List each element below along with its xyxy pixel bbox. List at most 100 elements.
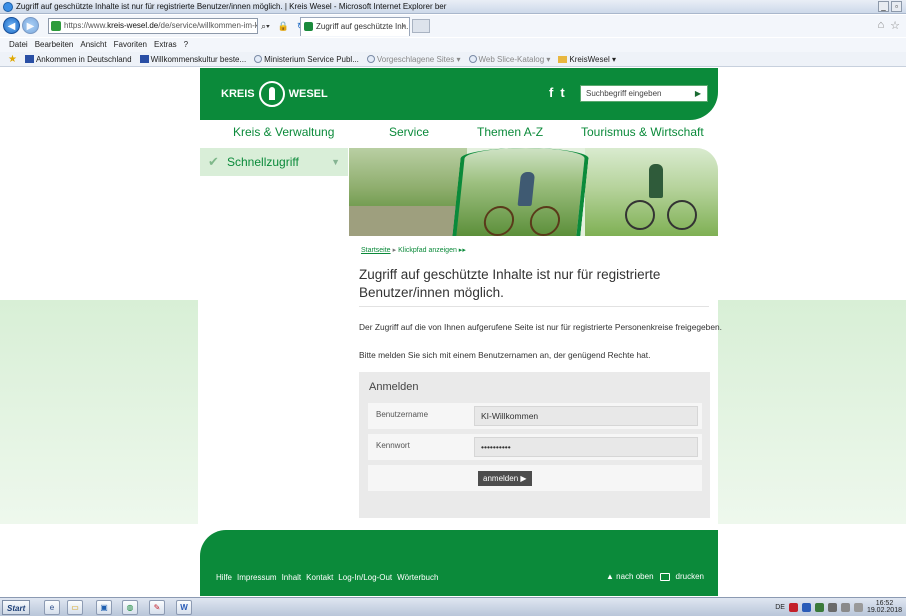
nav-themen-a-z[interactable]: Themen A-Z xyxy=(477,125,543,139)
crest-icon xyxy=(258,81,285,107)
password-field[interactable]: •••••••••• xyxy=(474,437,698,457)
clock-time: 16:52 xyxy=(875,600,894,607)
site-footer: Hilfe Impressum Inhalt Kontakt Log-In/Lo… xyxy=(200,530,718,596)
footer-link-login-logout[interactable]: Log-In/Log-Out xyxy=(338,573,392,582)
tray-app-icon[interactable] xyxy=(788,602,798,612)
url-path: /de/service/willkommen-im-kreis-wes xyxy=(158,21,257,30)
system-tray: DE 16:52 19.02.2018 xyxy=(775,600,902,614)
menu-bearbeiten[interactable]: Bearbeiten xyxy=(35,38,74,52)
lock-icon[interactable]: 🔒 xyxy=(276,19,291,33)
password-label: Kennwort xyxy=(376,441,410,450)
menu-ansicht[interactable]: Ansicht xyxy=(80,38,106,52)
favorite-item[interactable]: Ministerium Service Publ... xyxy=(254,52,359,66)
footer-link-hilfe[interactable]: Hilfe xyxy=(216,573,232,582)
menu-help[interactable]: ? xyxy=(184,38,188,52)
explorer-taskbar-icon[interactable]: ▭ xyxy=(67,600,83,615)
footer-link-kontakt[interactable]: Kontakt xyxy=(306,573,333,582)
browser-right-tools: ⌂ ☆ xyxy=(877,19,900,32)
favorite-item[interactable]: Web Slice-Katalog ▾ xyxy=(468,52,551,66)
username-row: Benutzername KI-Willkommen xyxy=(368,403,702,429)
tray-app-icon[interactable] xyxy=(814,602,824,612)
menu-extras[interactable]: Extras xyxy=(154,38,177,52)
page-viewport: KREIS WESEL f t Suchbegriff eingeben ▶ K… xyxy=(0,68,906,596)
password-row: Kennwort •••••••••• xyxy=(368,434,702,460)
address-input[interactable]: https://www.kreis-wesel.de/de/service/wi… xyxy=(48,18,258,34)
word-taskbar-icon[interactable]: W xyxy=(176,600,192,615)
clock-date: 19.02.2018 xyxy=(866,607,902,614)
footer-link-inhalt[interactable]: Inhalt xyxy=(282,573,302,582)
favorite-item[interactable]: Willkommenskultur beste... xyxy=(139,52,246,66)
new-tab-button[interactable] xyxy=(412,19,430,33)
favorite-label: Ankommen in Deutschland xyxy=(35,54,132,64)
footer-link-woerterbuch[interactable]: Wörterbuch xyxy=(397,573,438,582)
flag-icon[interactable] xyxy=(840,602,850,612)
nav-tourismus-wirtschaft[interactable]: Tourismus & Wirtschaft xyxy=(581,125,704,139)
media-taskbar-icon[interactable]: ▣ xyxy=(96,600,112,615)
back-to-top-link[interactable]: ▲ nach oben xyxy=(606,572,654,581)
tab-close-icon[interactable]: × xyxy=(401,18,406,35)
nav-kreis-verwaltung[interactable]: Kreis & Verwaltung xyxy=(233,125,334,139)
breadcrumb: Startseite ▸ Klickpfad anzeigen ▸▸ xyxy=(361,246,466,254)
window-title: Zugriff auf geschützte Inhalte ist nur f… xyxy=(16,2,447,11)
facebook-icon[interactable]: f xyxy=(549,85,553,100)
quick-access-dropdown[interactable]: ✔ Schnellzugriff ▼ xyxy=(200,148,348,176)
breadcrumb-home[interactable]: Startseite xyxy=(361,247,391,254)
nav-service[interactable]: Service xyxy=(389,125,429,139)
favorite-label: KreisWesel ▾ xyxy=(569,54,616,64)
menu-bar: Datei Bearbeiten Ansicht Favoriten Extra… xyxy=(0,38,906,52)
favorite-item[interactable]: Vorgeschlagene Sites ▾ xyxy=(366,52,461,66)
tab-favicon-icon xyxy=(304,22,313,31)
menu-datei[interactable]: Datei xyxy=(9,38,28,52)
taskbar: Start e ▭ ▣ ◍ ✎ W DE 16:52 19.02.2018 xyxy=(0,597,906,616)
decorative-band xyxy=(718,300,906,524)
maximize-icon[interactable]: ▫ xyxy=(891,1,902,12)
login-submit-button[interactable]: anmelden ▶ xyxy=(478,471,532,486)
logo-text-right: WESEL xyxy=(288,88,328,100)
breadcrumb-separator: ▸ xyxy=(392,247,397,254)
bike-wheel xyxy=(667,200,697,230)
volume-icon[interactable] xyxy=(853,602,863,612)
address-bar-row: ◀ ▶ https://www.kreis-wesel.de/de/servic… xyxy=(0,15,906,37)
window-controls: _ ▫ xyxy=(878,1,902,12)
favorite-label: Web Slice-Katalog ▾ xyxy=(478,54,551,64)
pdf-taskbar-icon[interactable]: ✎ xyxy=(149,600,165,615)
start-button[interactable]: Start xyxy=(2,600,31,615)
main-content: Startseite ▸ Klickpfad anzeigen ▸▸ Zugriff… xyxy=(349,236,722,536)
site-logo[interactable]: KREIS WESEL xyxy=(221,81,328,107)
back-icon[interactable]: ◀ xyxy=(3,17,20,34)
favorites-star-icon[interactable]: ☆ xyxy=(890,19,900,32)
language-indicator[interactable]: DE xyxy=(775,604,785,611)
tab-title: Zugriff auf geschützte Inh... xyxy=(316,22,410,31)
forward-icon[interactable]: ▶ xyxy=(22,17,39,34)
main-navigation: Kreis & Verwaltung Service Themen A-Z To… xyxy=(200,125,718,143)
globe-taskbar-icon[interactable]: ◍ xyxy=(122,600,138,615)
print-link[interactable]: drucken xyxy=(676,572,704,581)
favorites-star-icon[interactable]: ★ xyxy=(8,52,17,66)
search-submit-icon[interactable]: ▶ xyxy=(695,86,701,101)
bike-wheel xyxy=(625,200,655,230)
bike-wheel xyxy=(528,206,562,236)
network-icon[interactable] xyxy=(827,602,837,612)
banner-photo-right xyxy=(585,148,718,236)
favorites-bar: ★ Ankommen in Deutschland Willkommenskul… xyxy=(0,52,906,67)
favorite-item[interactable]: Ankommen in Deutschland xyxy=(24,52,132,66)
breadcrumb-toggle[interactable]: Klickpfad anzeigen ▸▸ xyxy=(398,247,466,254)
ie-taskbar-icon[interactable]: e xyxy=(44,600,60,615)
footer-link-impressum[interactable]: Impressum xyxy=(237,573,277,582)
footer-links: Hilfe Impressum Inhalt Kontakt Log-In/Lo… xyxy=(216,573,438,582)
minimize-icon[interactable]: _ xyxy=(878,1,889,12)
search-icon[interactable]: ⌕▾ xyxy=(259,19,272,33)
menu-favoriten[interactable]: Favoriten xyxy=(114,38,147,52)
header-banner-image xyxy=(349,148,718,236)
tray-app-icon[interactable] xyxy=(801,602,811,612)
clock[interactable]: 16:52 19.02.2018 xyxy=(867,600,902,614)
home-icon[interactable]: ⌂ xyxy=(877,19,884,32)
browser-tab[interactable]: Zugriff auf geschützte Inh... × xyxy=(300,17,410,36)
favorite-label: Vorgeschlagene Sites ▾ xyxy=(376,54,461,64)
username-field[interactable]: KI-Willkommen xyxy=(474,406,698,426)
twitter-icon[interactable]: t xyxy=(560,85,564,100)
site-icon xyxy=(51,21,61,31)
search-input[interactable]: Suchbegriff eingeben ▶ xyxy=(580,85,708,102)
page-icon xyxy=(254,55,263,63)
favorite-item[interactable]: KreisWesel ▾ xyxy=(558,52,616,66)
